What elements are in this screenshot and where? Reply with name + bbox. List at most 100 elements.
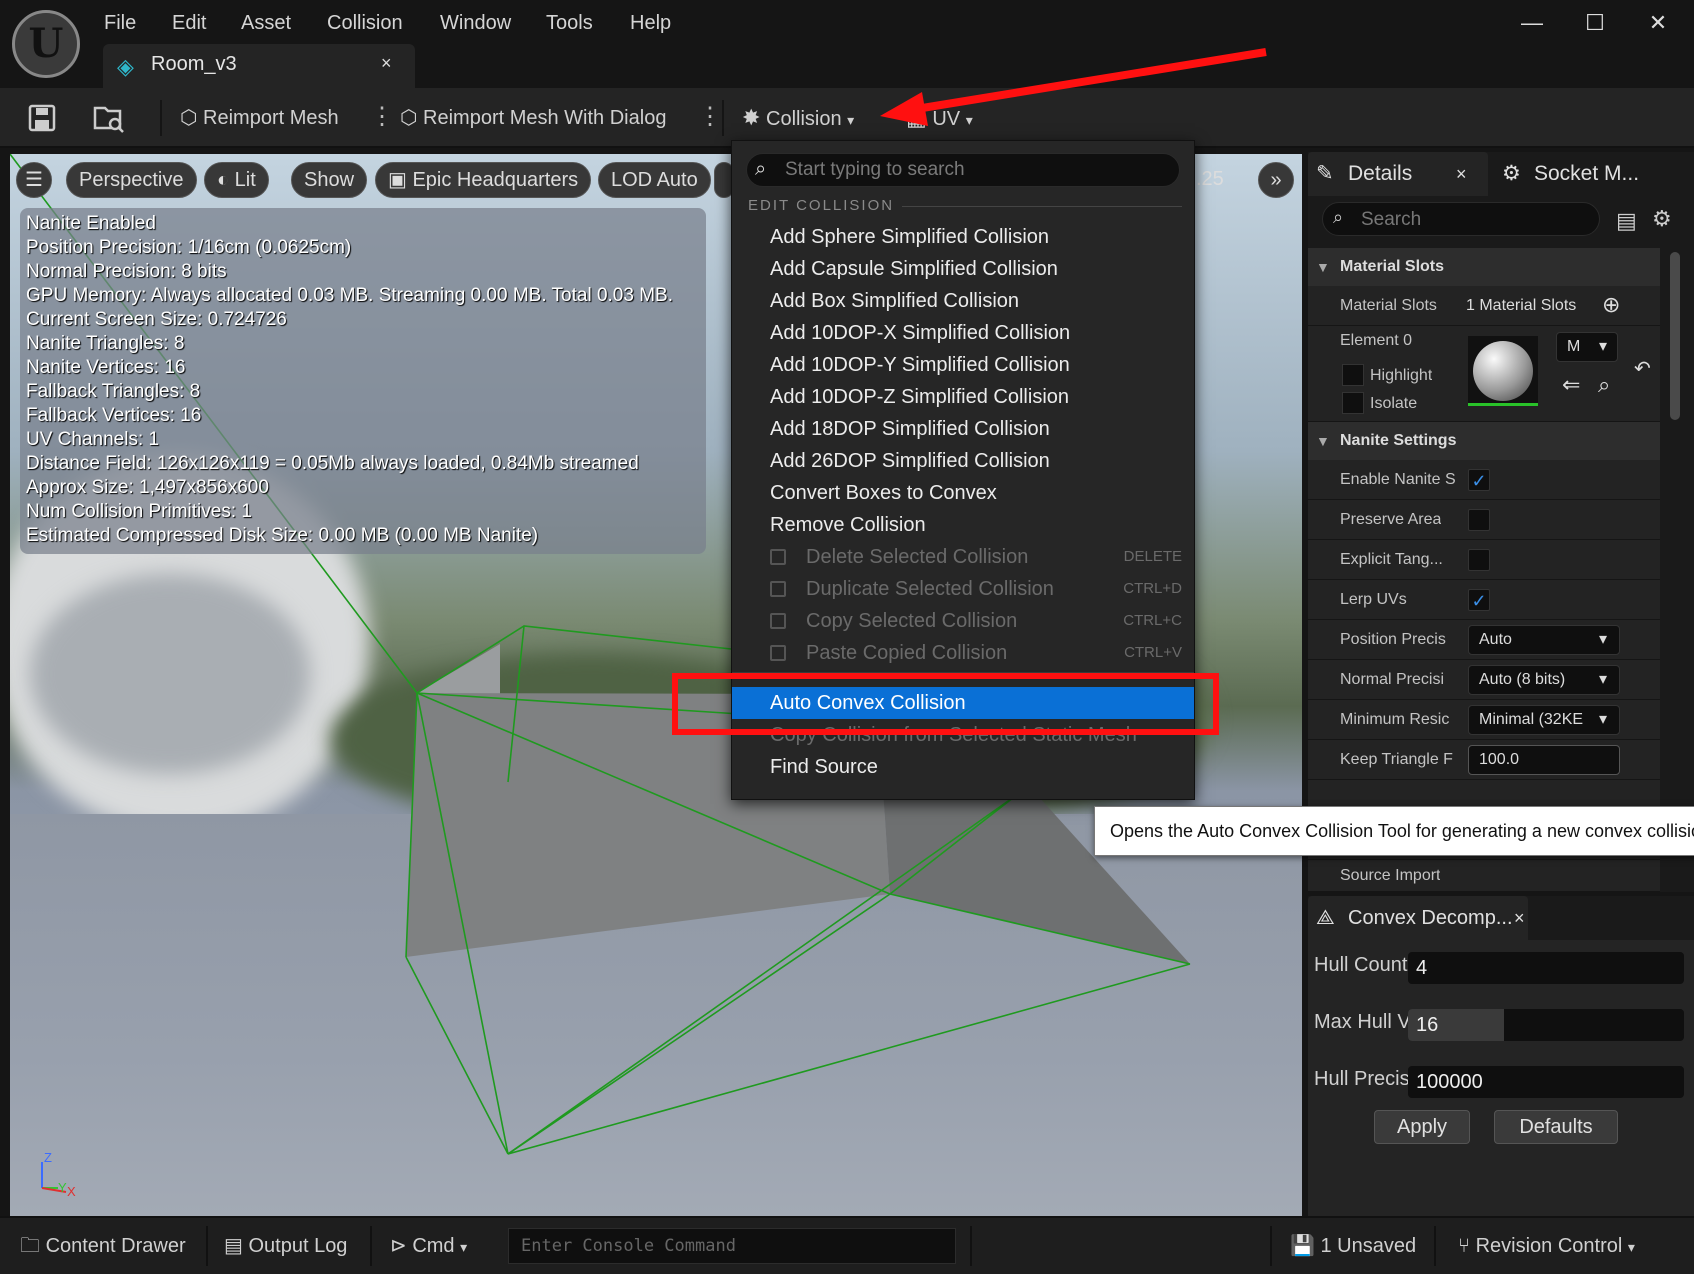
close-details-tab-button[interactable]: × [1456,152,1467,196]
socket-manager-tab[interactable]: ⚙ Socket M... [1494,152,1694,196]
add-sphere-collision-item[interactable]: Add Sphere Simplified Collision [732,221,1194,253]
reimport-mesh-button[interactable]: ⬡ Reimport Mesh [180,88,339,148]
details-tab[interactable]: ✎ Details × [1308,152,1488,196]
lod-button[interactable]: LOD Auto [598,162,711,198]
defaults-button[interactable]: Defaults [1494,1110,1618,1144]
position-precision-combo[interactable]: Auto ▾ [1468,625,1620,655]
unsaved-button[interactable]: 💾 1 Unsaved [1290,1218,1416,1274]
unreal-logo-icon[interactable]: U [12,10,80,78]
convert-boxes-item[interactable]: Convert Boxes to Convex [732,477,1194,509]
browse-asset-icon[interactable] [92,102,126,134]
document-tab[interactable]: ◈ Room_v3 × [103,44,415,88]
minimize-button[interactable]: — [1512,8,1552,38]
shortcut-label: CTRL+D [1123,580,1182,597]
details-search-input[interactable]: ⌕ Search [1322,202,1600,236]
auto-convex-tooltip: Opens the Auto Convex Collision Tool for… [1094,806,1694,856]
reimport-options-icon[interactable]: ⋮ [370,102,394,131]
material-thumbnail[interactable] [1468,336,1538,406]
menu-edit[interactable]: Edit [172,8,206,38]
nanite-settings-category[interactable]: ▼ Nanite Settings [1308,422,1660,460]
details-scrollbar-track[interactable] [1662,248,1688,892]
convex-tab[interactable]: ⟁ Convex Decomp... × [1308,896,1528,940]
stat-line: Distance Field: 126x126x119 = 0.05Mb alw… [26,453,639,474]
reimport-mesh-dialog-button[interactable]: ⬡ Reimport Mesh With Dialog [400,88,666,148]
cmd-dropdown-button[interactable]: ⊳ Cmd ▾ [390,1218,467,1274]
pencil-icon: ✎ [1316,162,1334,185]
normal-precision-combo[interactable]: Auto (8 bits) ▾ [1468,665,1620,695]
add-10dop-y-collision-item[interactable]: Add 10DOP-Y Simplified Collision [732,349,1194,381]
highlight-checkbox[interactable] [1342,364,1364,386]
lit-label: Lit [234,169,256,191]
details-scrollbar-thumb[interactable] [1670,252,1680,420]
material-slots-category[interactable]: ▼ Material Slots [1308,248,1660,286]
keep-triangle-input[interactable]: 100.0 [1468,745,1620,775]
minimum-residency-combo[interactable]: Minimal (32KE ▾ [1468,705,1620,735]
reimport-dialog-options-icon[interactable]: ⋮ [698,102,722,131]
menu-asset[interactable]: Asset [241,8,291,38]
add-slot-icon[interactable]: ⊕ [1602,292,1620,318]
add-capsule-collision-item[interactable]: Add Capsule Simplified Collision [732,253,1194,285]
preserve-area-checkbox[interactable] [1468,509,1490,531]
hull-count-input[interactable]: 4 [1408,952,1684,984]
environment-button[interactable]: ▣ Epic Headquarters [375,162,592,198]
enable-nanite-checkbox[interactable]: ✓ [1468,469,1490,491]
perspective-button[interactable]: Perspective [66,162,197,198]
menu-help[interactable]: Help [630,8,671,38]
show-button[interactable]: Show [291,162,368,198]
material-combo[interactable]: M ▾ [1556,332,1618,362]
find-source-item[interactable]: Find Source [732,751,1194,783]
console-command-input[interactable]: Enter Console Command [508,1228,956,1264]
add-box-collision-item[interactable]: Add Box Simplified Collision [732,285,1194,317]
isolate-checkbox[interactable] [1342,392,1364,414]
close-convex-tab-button[interactable]: × [1514,896,1525,940]
chevron-down-icon: ▾ [1627,1239,1635,1255]
content-drawer-icon: 🗀 [20,1235,40,1257]
collision-icon: ✸ [742,105,761,130]
remove-collision-item[interactable]: Remove Collision [732,509,1194,541]
camera-speed-value[interactable]: .25 [1196,168,1224,191]
menu-file[interactable]: File [104,8,136,38]
output-log-button[interactable]: ▤ Output Log [224,1218,347,1274]
apply-button[interactable]: Apply [1374,1110,1470,1144]
settings-gear-icon[interactable]: ⚙ [1652,206,1672,232]
browse-to-asset-icon[interactable]: ⌕ [1598,372,1610,398]
table-view-icon[interactable]: ▤ [1616,208,1637,234]
collision-dropdown-button[interactable]: ✸ Collision ▾ [742,88,854,148]
menu-search-input[interactable]: ⌕ Start typing to search [746,153,1180,187]
reset-to-default-icon[interactable]: ↶ [1634,356,1651,381]
lit-button[interactable]: ◐ Lit [204,162,269,198]
socket-icon: ⚙ [1502,162,1521,185]
chevron-down-icon: ▾ [1598,338,1607,355]
menu-collision[interactable]: Collision [327,8,403,38]
revision-control-button[interactable]: ⑂ Revision Control ▾ [1458,1218,1635,1274]
collapse-arrow-icon: ▼ [1316,433,1330,449]
menu-tools[interactable]: Tools [546,8,593,38]
menu-window[interactable]: Window [440,8,511,38]
copy-icon [770,613,786,629]
viewport-menu-icon[interactable]: ☰ [16,162,52,198]
revision-control-label: Revision Control [1475,1235,1623,1257]
close-tab-button[interactable]: × [381,53,392,74]
stat-line: Estimated Compressed Disk Size: 0.00 MB … [26,525,539,546]
shortcut-label: CTRL+C [1123,612,1182,629]
maximize-button[interactable]: ☐ [1575,8,1615,38]
add-10dop-x-collision-item[interactable]: Add 10DOP-X Simplified Collision [732,317,1194,349]
use-selected-asset-icon[interactable]: ⇐ [1562,372,1580,398]
add-10dop-z-collision-item[interactable]: Add 10DOP-Z Simplified Collision [732,381,1194,413]
max-hull-input[interactable]: 16 [1408,1009,1684,1041]
annotation-arrow-icon [880,48,1267,126]
content-drawer-button[interactable]: 🗀 Content Drawer [20,1218,186,1274]
close-window-button[interactable]: ✕ [1638,8,1678,38]
lerp-uvs-checkbox[interactable]: ✓ [1468,589,1490,611]
image-icon: ▣ [388,169,407,191]
revision-control-icon: ⑂ [1458,1235,1470,1257]
add-26dop-collision-item[interactable]: Add 26DOP Simplified Collision [732,445,1194,477]
hull-precision-input[interactable]: 100000 [1408,1066,1684,1098]
document-tab-label: Room_v3 [151,53,237,75]
stat-line: Current Screen Size: 0.724726 [26,309,287,330]
title-bar: U File Edit Asset Collision Window Tools… [0,0,1694,88]
explicit-tangents-checkbox[interactable] [1468,549,1490,571]
save-icon[interactable] [28,104,58,132]
add-18dop-collision-item[interactable]: Add 18DOP Simplified Collision [732,413,1194,445]
expand-toolbar-icon[interactable]: » [1258,162,1294,198]
